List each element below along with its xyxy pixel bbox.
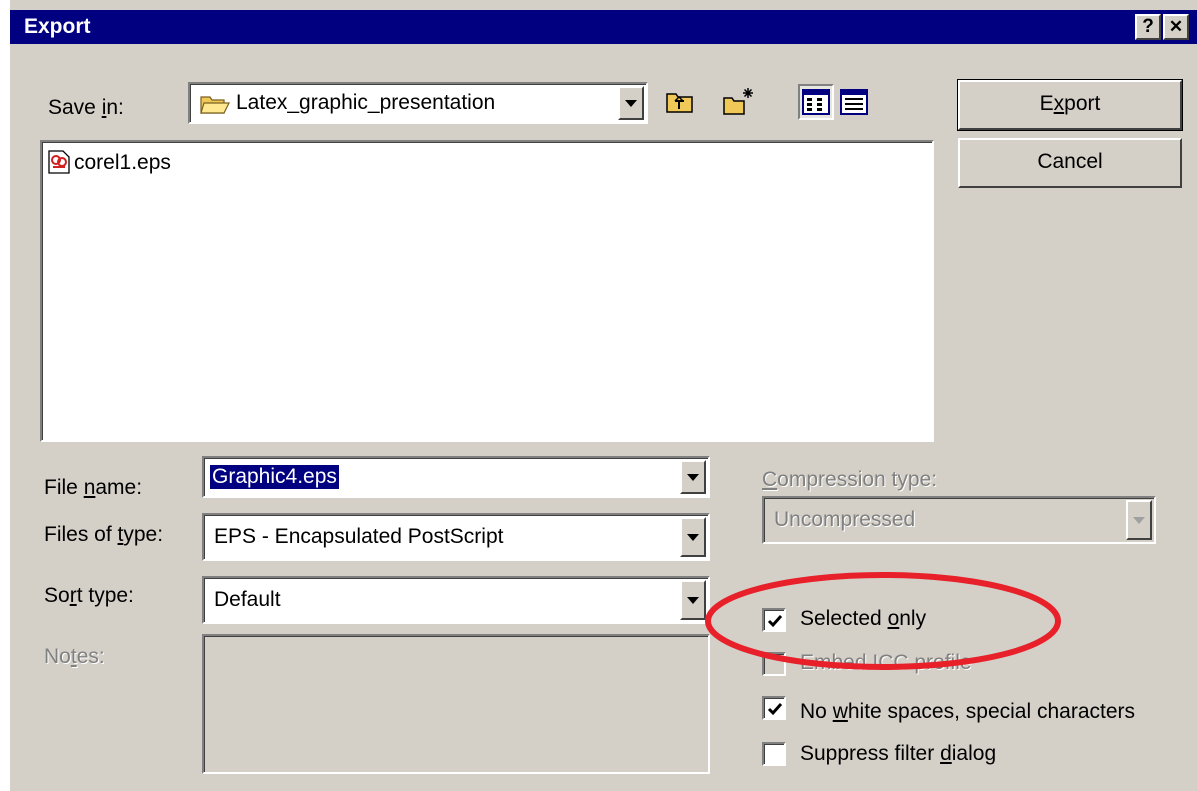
help-icon: ? <box>1142 16 1154 37</box>
title-bar: Export ? ✕ <box>10 10 1197 44</box>
notes-label: Notes: <box>44 645 105 668</box>
details-view-button[interactable] <box>836 84 872 120</box>
files-of-type-label: Files of type: <box>44 523 164 546</box>
new-folder-icon <box>723 88 753 115</box>
folder-up-icon <box>666 93 693 113</box>
no-white-spaces-label[interactable]: No white spaces, special characters <box>800 700 1135 724</box>
chevron-down-icon[interactable] <box>618 86 644 120</box>
file-name-input[interactable]: Graphic4.eps <box>202 456 710 498</box>
sort-type-dropdown[interactable]: Default <box>202 576 710 624</box>
save-in-dropdown[interactable]: Latex_graphic_presentation <box>188 82 648 124</box>
save-in-folder: Latex_graphic_presentation <box>236 91 496 114</box>
no-white-spaces-checkbox[interactable] <box>762 696 786 720</box>
export-dialog: Export ? ✕ Save in: Latex_graphic_presen… <box>0 0 1197 791</box>
export-button-label: Export <box>1039 92 1101 115</box>
file-name-value: Graphic4.eps <box>210 465 339 489</box>
chevron-down-icon[interactable] <box>680 517 706 557</box>
folder-open-icon <box>200 96 230 114</box>
notes-area <box>202 634 710 774</box>
suppress-filter-label[interactable]: Suppress filter dialog <box>800 742 996 766</box>
files-of-type-value: EPS - Encapsulated PostScript <box>214 525 504 548</box>
compression-value: Uncompressed <box>774 508 916 531</box>
up-one-level-button[interactable] <box>662 84 698 120</box>
list-view-button[interactable] <box>798 84 834 120</box>
details-view-icon <box>840 89 868 115</box>
list-view-icon <box>802 89 830 115</box>
eps-file-icon <box>48 150 70 174</box>
chevron-down-icon[interactable] <box>680 460 706 494</box>
export-button[interactable]: Export <box>957 79 1183 131</box>
help-button[interactable]: ? <box>1135 14 1161 40</box>
annotation-ellipse <box>705 572 1061 670</box>
file-list[interactable]: corel1.eps <box>40 140 934 442</box>
file-name-label: File name: <box>44 476 143 499</box>
close-button[interactable]: ✕ <box>1163 14 1189 40</box>
files-of-type-dropdown[interactable]: EPS - Encapsulated PostScript <box>202 513 710 561</box>
chevron-down-icon <box>1126 500 1152 540</box>
close-icon: ✕ <box>1168 17 1184 36</box>
compression-dropdown: Uncompressed <box>762 496 1156 544</box>
sort-type-label: Sort type: <box>44 584 134 607</box>
window-title: Export <box>24 15 91 38</box>
save-in-label: Save in: <box>48 96 124 119</box>
cancel-button[interactable]: Cancel <box>958 138 1182 188</box>
sort-type-value: Default <box>214 588 281 611</box>
new-folder-button[interactable] <box>720 84 756 120</box>
file-name: corel1.eps <box>74 151 171 174</box>
compression-label: Compression type: <box>762 468 938 491</box>
checkmark-icon <box>767 703 783 716</box>
suppress-filter-checkbox[interactable] <box>762 742 786 766</box>
